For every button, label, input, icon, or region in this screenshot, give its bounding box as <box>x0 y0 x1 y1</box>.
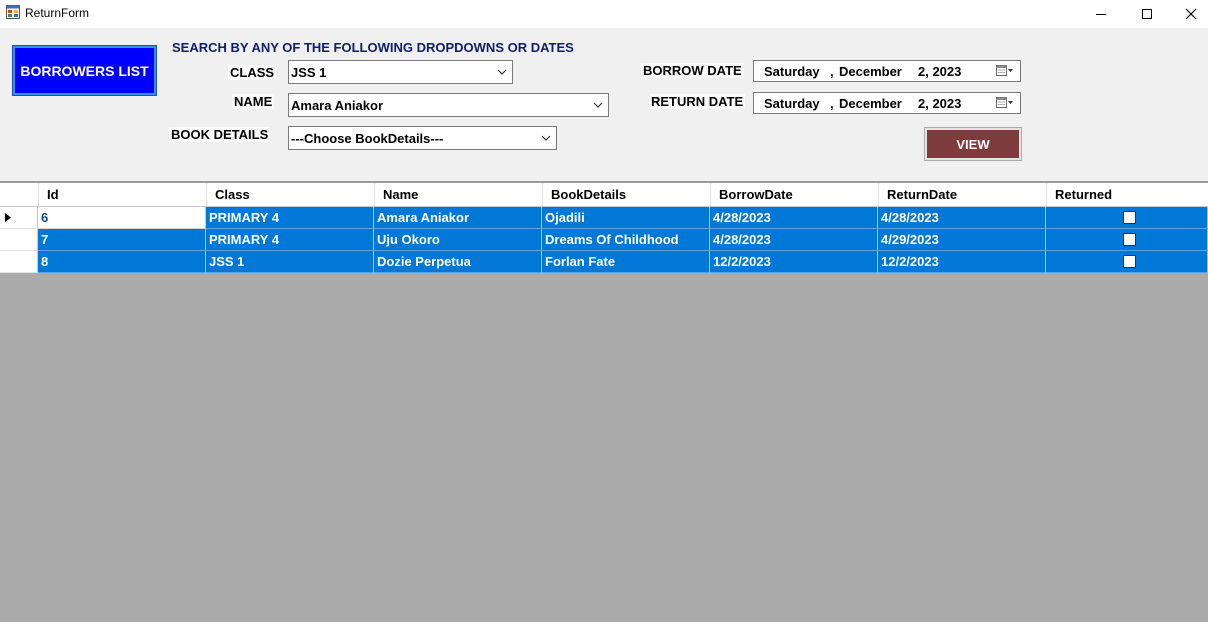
name-dropdown-value: Amara Aniakor <box>291 98 383 113</box>
cell-name[interactable]: Amara Aniakor <box>374 207 542 229</box>
cell-class[interactable]: PRIMARY 4 <box>206 207 374 229</box>
cell-borrowdate[interactable]: 4/28/2023 <box>710 207 878 229</box>
return-date-comma: , <box>830 96 834 111</box>
returned-checkbox[interactable] <box>1123 211 1136 224</box>
cell-returndate[interactable]: 4/29/2023 <box>878 229 1046 251</box>
cell-id[interactable]: 8 <box>38 251 206 273</box>
column-header-returned[interactable]: Returned <box>1046 183 1208 206</box>
return-date-day: 2, 2023 <box>918 96 962 111</box>
cell-returndate[interactable]: 12/2/2023 <box>878 251 1046 273</box>
borrow-date-day: 2, 2023 <box>918 64 962 79</box>
minimize-icon <box>1096 14 1106 15</box>
search-heading: SEARCH BY ANY OF THE FOLLOWING DROPDOWNS… <box>172 40 574 55</box>
app-icon <box>6 5 20 19</box>
borrow-date-weekday: Saturday <box>764 64 820 79</box>
close-icon <box>1185 8 1197 20</box>
cell-id[interactable]: 7 <box>38 229 206 251</box>
return-date-weekday: Saturday <box>764 96 820 111</box>
window-title: ReturnForm <box>25 6 90 20</box>
chevron-down-icon <box>541 135 551 141</box>
cell-bookdetails[interactable]: Ojadili <box>542 207 710 229</box>
borrow-date-month: December <box>839 64 902 79</box>
cell-name[interactable]: Dozie Perpetua <box>374 251 542 273</box>
grid-header: Id Class Name BookDetails BorrowDate Ret… <box>0 183 1208 207</box>
maximize-icon <box>1142 9 1152 19</box>
borrow-date-label: BORROW DATE <box>641 63 744 78</box>
class-dropdown-value: JSS 1 <box>291 65 327 80</box>
name-label: NAME <box>232 94 275 109</box>
returned-checkbox[interactable] <box>1123 233 1136 246</box>
column-header-returndate[interactable]: ReturnDate <box>878 183 1046 206</box>
cell-bookdetails[interactable]: Dreams Of Childhood <box>542 229 710 251</box>
cell-returned[interactable] <box>1046 251 1208 273</box>
row-header[interactable] <box>0 251 38 273</box>
cell-borrowdate[interactable]: 12/2/2023 <box>710 251 878 273</box>
view-button[interactable]: VIEW <box>924 127 1022 161</box>
column-header-class[interactable]: Class <box>206 183 374 206</box>
chevron-down-icon <box>497 69 507 75</box>
cell-bookdetails[interactable]: Forlan Fate <box>542 251 710 273</box>
column-header-id[interactable]: Id <box>38 183 206 206</box>
borrowers-list-button[interactable]: BORROWERS LIST <box>12 45 157 96</box>
borrowers-grid[interactable]: Id Class Name BookDetails BorrowDate Ret… <box>0 181 1208 622</box>
column-header-bookdetails[interactable]: BookDetails <box>542 183 710 206</box>
cell-returned[interactable] <box>1046 229 1208 251</box>
row-header[interactable] <box>0 229 38 251</box>
calendar-icon <box>996 97 1013 108</box>
book-details-dropdown-value: ---Choose BookDetails--- <box>291 131 444 146</box>
class-dropdown[interactable]: JSS 1 <box>288 60 513 84</box>
title-bar: ReturnForm <box>0 0 1208 28</box>
maximize-button[interactable] <box>1124 0 1170 28</box>
table-row[interactable]: 7 PRIMARY 4 Uju Okoro Dreams Of Childhoo… <box>0 229 1208 251</box>
borrow-date-picker[interactable]: Saturday , December 2, 2023 <box>753 60 1021 82</box>
cell-borrowdate[interactable]: 4/28/2023 <box>710 229 878 251</box>
return-date-month: December <box>839 96 902 111</box>
cell-class[interactable]: JSS 1 <box>206 251 374 273</box>
cell-id[interactable]: 6 <box>38 207 206 229</box>
row-header[interactable] <box>0 207 38 229</box>
name-dropdown[interactable]: Amara Aniakor <box>288 93 609 117</box>
row-pointer-icon <box>5 213 11 222</box>
table-row[interactable]: 6 PRIMARY 4 Amara Aniakor Ojadili 4/28/2… <box>0 207 1208 229</box>
borrow-date-comma: , <box>830 64 834 79</box>
cell-returned[interactable] <box>1046 207 1208 229</box>
close-button[interactable] <box>1168 0 1208 28</box>
cell-name[interactable]: Uju Okoro <box>374 229 542 251</box>
table-row[interactable]: 8 JSS 1 Dozie Perpetua Forlan Fate 12/2/… <box>0 251 1208 273</box>
cell-class[interactable]: PRIMARY 4 <box>206 229 374 251</box>
column-header-borrowdate[interactable]: BorrowDate <box>710 183 878 206</box>
book-details-label: BOOK DETAILS <box>169 127 271 142</box>
chevron-down-icon <box>593 102 603 108</box>
class-label: CLASS <box>228 65 277 80</box>
calendar-icon <box>996 65 1013 76</box>
book-details-dropdown[interactable]: ---Choose BookDetails--- <box>288 126 557 150</box>
column-header-name[interactable]: Name <box>374 183 542 206</box>
returned-checkbox[interactable] <box>1123 255 1136 268</box>
minimize-button[interactable] <box>1078 0 1124 28</box>
cell-returndate[interactable]: 4/28/2023 <box>878 207 1046 229</box>
return-date-label: RETURN DATE <box>649 94 746 109</box>
return-date-picker[interactable]: Saturday , December 2, 2023 <box>753 92 1021 114</box>
view-button-label: VIEW <box>927 130 1019 158</box>
